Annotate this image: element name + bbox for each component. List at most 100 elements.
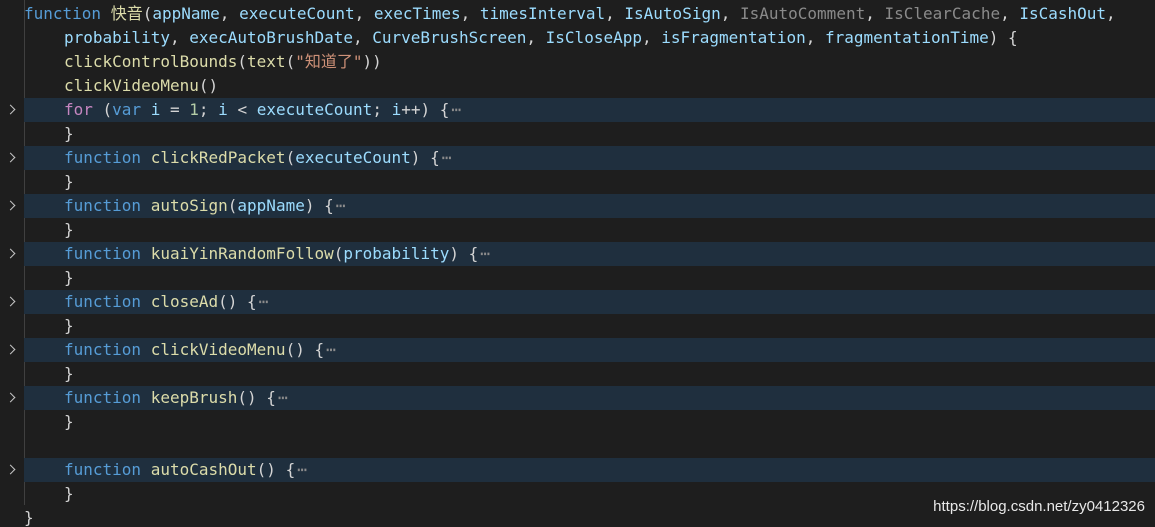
code-token: isFragmentation bbox=[661, 28, 806, 47]
code-token: execAutoBrushDate bbox=[189, 28, 353, 47]
code-token: function bbox=[64, 148, 142, 167]
code-token: function bbox=[64, 340, 142, 359]
folded-code-line[interactable]: function keepBrush() {⋯ bbox=[0, 386, 1155, 410]
code-token: function bbox=[64, 244, 142, 263]
code-token: ( bbox=[142, 4, 153, 23]
code-text: for (var i = 1; i < executeCount; i++) {… bbox=[64, 98, 461, 122]
fold-ellipsis-icon[interactable]: ⋯ bbox=[451, 98, 461, 122]
code-token: } bbox=[64, 316, 74, 335]
code-line[interactable]: } bbox=[0, 170, 1155, 194]
code-token: var bbox=[112, 100, 142, 119]
fold-chevron-icon[interactable] bbox=[0, 242, 20, 266]
fold-chevron-icon[interactable] bbox=[0, 290, 20, 314]
code-token: , bbox=[169, 28, 190, 47]
folded-code-line[interactable]: function autoSign(appName) {⋯ bbox=[0, 194, 1155, 218]
code-token: , bbox=[605, 4, 625, 23]
folded-code-line[interactable]: for (var i = 1; i < executeCount; i++) {… bbox=[0, 98, 1155, 122]
fold-ellipsis-icon[interactable]: ⋯ bbox=[278, 386, 288, 410]
code-token: ( bbox=[285, 52, 296, 71]
code-text: } bbox=[64, 482, 74, 506]
code-text: } bbox=[64, 122, 74, 146]
code-token: for bbox=[64, 100, 93, 119]
code-token: , bbox=[460, 4, 480, 23]
code-token: clickControlBounds bbox=[64, 52, 238, 71]
code-token: IsAutoSign bbox=[624, 4, 721, 23]
code-line[interactable]: } bbox=[0, 122, 1155, 146]
code-token: 1 bbox=[189, 100, 199, 119]
fold-chevron-icon[interactable] bbox=[0, 458, 20, 482]
code-token: function bbox=[64, 460, 142, 479]
code-line[interactable]: clickControlBounds(text("知道了")) bbox=[0, 50, 1155, 74]
code-token: ; bbox=[372, 100, 392, 119]
code-text: function 快音(appName, executeCount, execT… bbox=[24, 2, 1116, 26]
code-token: , bbox=[1000, 4, 1020, 23]
code-token: closeAd bbox=[150, 292, 219, 311]
code-text: } bbox=[64, 314, 74, 338]
fold-ellipsis-icon[interactable]: ⋯ bbox=[326, 338, 336, 362]
code-token: clickRedPacket bbox=[150, 148, 286, 167]
code-line[interactable]: } bbox=[0, 314, 1155, 338]
code-token: ( bbox=[237, 52, 248, 71]
code-token: IsClearCache bbox=[884, 4, 1001, 23]
code-token: ) { bbox=[304, 196, 334, 215]
fold-ellipsis-icon[interactable]: ⋯ bbox=[297, 458, 307, 482]
code-token: , bbox=[865, 4, 885, 23]
code-token: = bbox=[160, 100, 190, 119]
code-line[interactable]: } bbox=[0, 266, 1155, 290]
code-token: , bbox=[805, 28, 826, 47]
code-token: , bbox=[526, 28, 546, 47]
code-token: () { bbox=[285, 340, 325, 359]
fold-ellipsis-icon[interactable]: ⋯ bbox=[336, 194, 346, 218]
fold-ellipsis-icon[interactable]: ⋯ bbox=[442, 146, 452, 170]
code-token: } bbox=[64, 220, 74, 239]
code-line[interactable] bbox=[0, 434, 1155, 458]
fold-chevron-icon[interactable] bbox=[0, 338, 20, 362]
code-token: } bbox=[64, 412, 74, 431]
folded-code-line[interactable]: function closeAd() {⋯ bbox=[0, 290, 1155, 314]
code-text: function autoSign(appName) {⋯ bbox=[64, 194, 345, 218]
folded-code-line[interactable]: function autoCashOut() {⋯ bbox=[0, 458, 1155, 482]
code-text: function autoCashOut() {⋯ bbox=[64, 458, 307, 482]
folded-code-line[interactable]: function clickVideoMenu() {⋯ bbox=[0, 338, 1155, 362]
folded-code-line[interactable]: function clickRedPacket(executeCount) {⋯ bbox=[0, 146, 1155, 170]
code-token: IsCloseApp bbox=[545, 28, 642, 47]
code-line[interactable]: } bbox=[0, 362, 1155, 386]
code-token: timesInterval bbox=[479, 4, 606, 23]
fold-chevron-icon[interactable] bbox=[0, 146, 20, 170]
code-text: probability, execAutoBrushDate, CurveBru… bbox=[64, 26, 1018, 50]
code-token: )) bbox=[362, 52, 382, 71]
code-token: probability bbox=[64, 28, 170, 47]
code-token: i bbox=[391, 100, 402, 119]
code-line[interactable]: probability, execAutoBrushDate, CurveBru… bbox=[0, 26, 1155, 50]
fold-chevron-icon[interactable] bbox=[0, 194, 20, 218]
code-token: appName bbox=[152, 4, 220, 23]
code-token: ) { bbox=[410, 148, 440, 167]
code-token: fragmentationTime bbox=[825, 28, 989, 47]
code-line[interactable]: clickVideoMenu() bbox=[0, 74, 1155, 98]
fold-chevron-icon[interactable] bbox=[0, 386, 20, 410]
code-token: () bbox=[198, 76, 219, 95]
fold-ellipsis-icon[interactable]: ⋯ bbox=[259, 290, 269, 314]
code-text: function clickRedPacket(executeCount) {⋯ bbox=[64, 146, 451, 170]
code-token: < bbox=[227, 100, 257, 119]
code-text: } bbox=[64, 170, 74, 194]
code-token: } bbox=[64, 364, 74, 383]
code-line[interactable]: } bbox=[0, 218, 1155, 242]
code-token: , bbox=[641, 28, 662, 47]
code-editor[interactable]: function 快音(appName, executeCount, execT… bbox=[0, 0, 1155, 527]
code-text: } bbox=[64, 410, 74, 434]
code-token: executeCount bbox=[295, 148, 411, 167]
fold-chevron-icon[interactable] bbox=[0, 98, 20, 122]
code-text: } bbox=[24, 506, 34, 527]
code-token: } bbox=[24, 508, 34, 527]
fold-ellipsis-icon[interactable]: ⋯ bbox=[480, 242, 490, 266]
folded-code-line[interactable]: function kuaiYinRandomFollow(probability… bbox=[0, 242, 1155, 266]
code-token: clickVideoMenu bbox=[150, 340, 286, 359]
code-token: () { bbox=[256, 460, 296, 479]
code-token: , bbox=[354, 4, 374, 23]
code-line[interactable]: } bbox=[0, 410, 1155, 434]
code-line[interactable]: function 快音(appName, executeCount, execT… bbox=[0, 2, 1155, 26]
